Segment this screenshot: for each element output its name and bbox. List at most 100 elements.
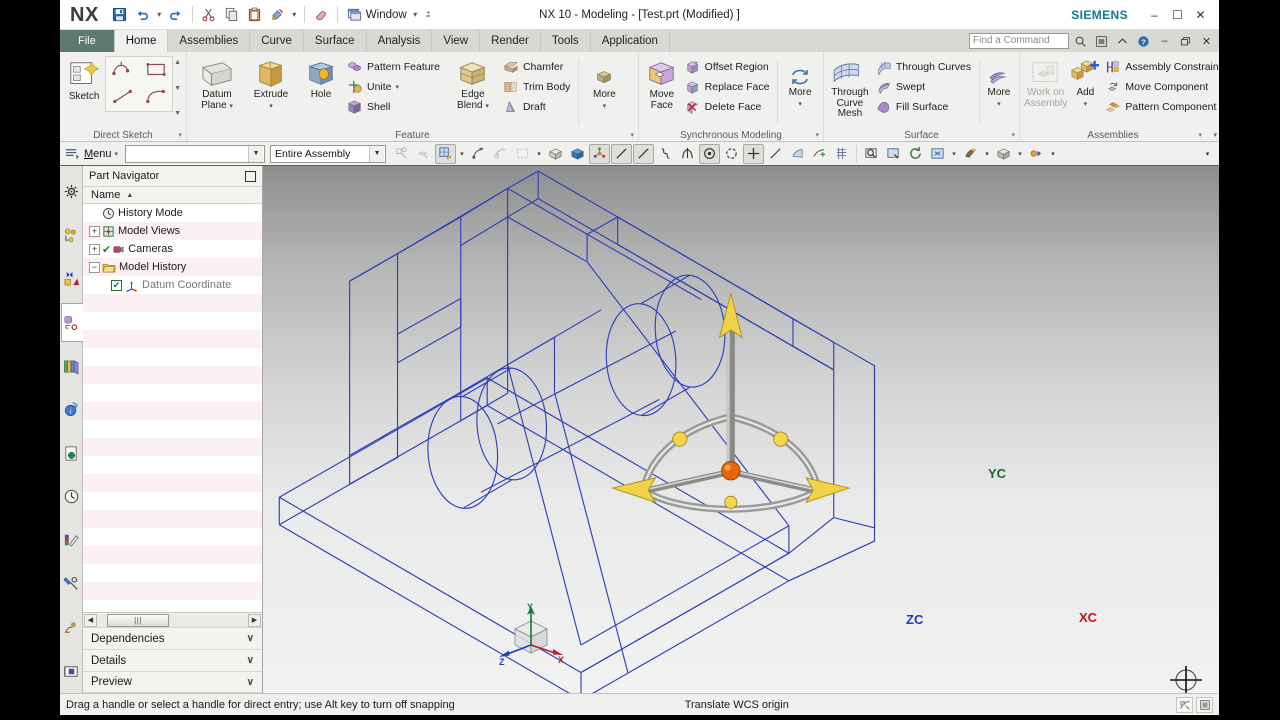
arc-icon[interactable] [143, 86, 169, 109]
tree-expander-cameras[interactable]: + [89, 243, 100, 255]
through-curve-mesh-button[interactable]: Through Curve Mesh [827, 56, 873, 123]
offset-region-button[interactable]: Offset Region [682, 57, 776, 77]
tab-analysis[interactable]: Analysis [367, 30, 433, 52]
draft-button[interactable]: Draft [500, 97, 576, 117]
shaded-wireframe-icon[interactable] [545, 144, 566, 164]
collapse-ribbon-icon[interactable] [1113, 32, 1132, 50]
move-face-button[interactable]: Move Face [642, 56, 682, 114]
shaded-icon[interactable] [567, 144, 588, 164]
endpoint-icon[interactable] [765, 144, 786, 164]
point-on-curve-icon[interactable] [468, 144, 489, 164]
menu-caret-icon[interactable]: ▾ [115, 150, 119, 158]
tab-application[interactable]: Application [591, 30, 670, 52]
copy-icon[interactable] [221, 4, 243, 26]
rotate-view-icon[interactable] [905, 144, 926, 164]
save-icon[interactable] [109, 4, 131, 26]
scrollbar-track[interactable]: ||| [97, 613, 248, 627]
tab-view[interactable]: View [432, 30, 481, 52]
snap-point-icon[interactable] [435, 143, 457, 164]
redo-icon[interactable] [165, 4, 187, 26]
delete-face-button[interactable]: Delete Face [682, 97, 776, 117]
ribbon-close-button[interactable]: ✕ [1197, 32, 1216, 50]
scope-combo[interactable]: Entire Assembly ▼ [270, 144, 387, 163]
tab-assemblies[interactable]: Assemblies [168, 30, 251, 52]
direct-sketch-gallery-scroll[interactable]: ▲ ▼ ▼ [173, 56, 183, 118]
wireframe-line2-icon[interactable] [633, 143, 655, 164]
roles-icon[interactable] [60, 606, 82, 650]
help-icon[interactable]: ? [1134, 32, 1153, 50]
feature-dialog-launcher[interactable]: ▾ [630, 131, 634, 139]
view-orientation-triad[interactable]: Z X Y [493, 603, 569, 669]
find-command-input[interactable]: Find a Command [969, 33, 1069, 49]
tree-expander-model-history[interactable]: − [89, 261, 100, 273]
reuse-library-icon[interactable] [60, 301, 83, 345]
rectangle-icon[interactable] [143, 59, 169, 82]
menu-button[interactable]: Menu ▾ [62, 144, 124, 164]
selection-filter-caret-icon[interactable]: ▼ [248, 145, 264, 162]
scope-caret-icon[interactable]: ▼ [369, 145, 385, 162]
snap-point-caret-icon[interactable]: ▾ [457, 144, 467, 164]
orient-view-icon[interactable] [993, 144, 1014, 164]
format-painter-icon[interactable] [267, 4, 289, 26]
ribbon-restore-button[interactable] [1176, 32, 1195, 50]
surface-dialog-launcher[interactable]: ▾ [1011, 131, 1015, 139]
face-filter-icon[interactable] [490, 144, 511, 164]
sketch-button[interactable]: Sketch [63, 56, 105, 106]
add-component-button[interactable]: Add ▾ [1068, 56, 1102, 111]
cut-icon[interactable] [198, 4, 220, 26]
paste-icon[interactable] [244, 4, 266, 26]
unite-button[interactable]: Unite ▾ [344, 77, 446, 97]
surface-more-caret-icon[interactable]: ▾ [997, 100, 1001, 108]
assemblies-dialog-launcher[interactable]: ▾ [1198, 131, 1202, 139]
tab-render[interactable]: Render [480, 30, 541, 52]
section-details[interactable]: Details ∨ [83, 649, 262, 671]
point-constructor-icon[interactable] [809, 144, 830, 164]
search-icon[interactable] [1071, 32, 1090, 50]
midpoint-icon[interactable] [743, 143, 765, 164]
history-palette-icon[interactable] [60, 344, 82, 388]
web-browser-icon[interactable] [60, 649, 82, 693]
scrollbar-thumb[interactable]: ||| [107, 613, 169, 627]
render-style-icon[interactable] [960, 144, 981, 164]
tree-node-model-views[interactable]: + Model Views [83, 222, 262, 240]
command-input[interactable]: ▾ [1063, 145, 1217, 163]
assembly-constraints-button[interactable]: Assembly Constraints [1102, 57, 1219, 77]
chevron-down-icon-preview[interactable]: ∨ [247, 677, 254, 688]
part-navigator-horizontal-scrollbar[interactable]: ◀ ||| ▶ [83, 612, 262, 627]
chevron-down-icon-details[interactable]: ∨ [247, 655, 254, 666]
intersection-icon[interactable] [677, 144, 698, 164]
undo-dropdown-icon[interactable]: ▾ [155, 10, 164, 19]
edge-blend-button[interactable]: Edge Blend ▾ [446, 56, 500, 115]
add-caret-icon[interactable]: ▾ [1084, 100, 1088, 108]
gallery-expand-icon[interactable]: ▼ [174, 109, 181, 118]
gallery-up-icon[interactable]: ▲ [174, 58, 181, 67]
part-navigator-tree[interactable]: History Mode + Model Views + ✔ Cameras −… [83, 204, 262, 612]
swept-button[interactable]: Swept [873, 77, 977, 97]
graphics-viewport[interactable]: YC XC ZC Z X Y [263, 166, 1219, 693]
select-body-icon[interactable] [413, 144, 434, 164]
render-style-caret-icon[interactable]: ▾ [982, 144, 992, 164]
tab-surface[interactable]: Surface [304, 30, 367, 52]
history-clock-icon[interactable] [60, 475, 82, 519]
fill-surface-button[interactable]: Fill Surface [873, 97, 977, 117]
close-button[interactable]: ✕ [1190, 5, 1211, 25]
selection-filter-combo[interactable]: ▼ [125, 144, 266, 163]
select-feature-icon[interactable] [391, 144, 412, 164]
visualization-caret-icon[interactable]: ▾ [1048, 144, 1058, 164]
line-icon[interactable] [110, 86, 136, 109]
section-dependencies[interactable]: Dependencies ∨ [83, 627, 262, 649]
feature-more-caret-icon[interactable]: ▾ [603, 102, 607, 110]
command-input-caret-icon[interactable]: ▾ [1200, 146, 1215, 162]
chevron-down-icon-dependencies[interactable]: ∨ [247, 633, 254, 644]
tab-curve[interactable]: Curve [250, 30, 304, 52]
tab-tools[interactable]: Tools [541, 30, 591, 52]
datum-plane-button[interactable]: Datum Plane ▾ [190, 56, 244, 115]
html-help-icon[interactable] [60, 431, 82, 475]
window-status-icon[interactable] [1196, 696, 1213, 713]
eraser-icon[interactable] [310, 4, 332, 26]
surface-more-button[interactable]: More ▾ [982, 64, 1016, 111]
extrude-button[interactable]: Extrude ▾ [244, 56, 298, 115]
pattern-component-button[interactable]: Pattern Component [1102, 97, 1219, 117]
feature-more-button[interactable]: More ▾ [581, 64, 627, 113]
unite-caret-icon[interactable]: ▾ [396, 83, 400, 91]
